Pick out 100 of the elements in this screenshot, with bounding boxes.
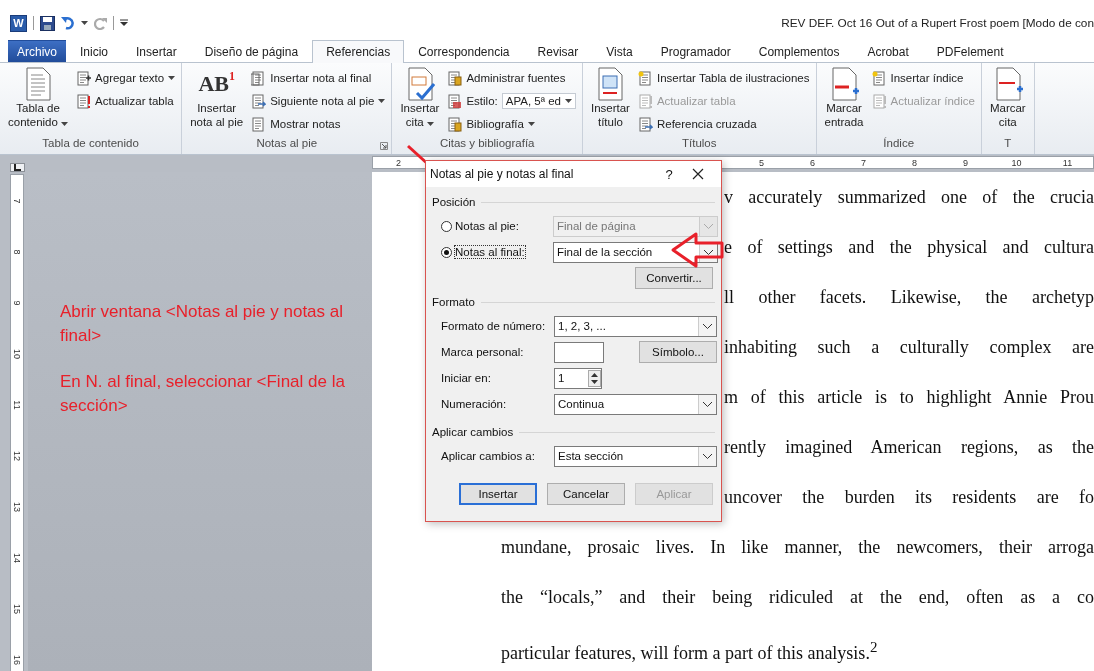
ribbon-small-button[interactable]: Mostrar notas	[251, 113, 386, 135]
ribbon-small-button[interactable]: Insertar índice	[871, 67, 975, 89]
page-exclamation-icon	[76, 93, 92, 109]
ribbon-tab[interactable]: Vista	[592, 40, 647, 62]
caret-icon	[61, 122, 69, 126]
ribbon-large-button[interactable]: Marcar cita	[987, 67, 1028, 137]
caption-icon	[595, 67, 626, 101]
table-of-contents-icon	[23, 67, 54, 101]
ruler-number: 7	[12, 198, 22, 203]
ribbon-tab[interactable]: Referencias	[312, 40, 405, 63]
ribbon-small-button[interactable]: Insertar nota al final	[251, 67, 386, 89]
field-label: Numeración:	[441, 398, 508, 410]
ribbon-tab[interactable]: Acrobat	[853, 40, 923, 62]
ribbon-tab[interactable]: Revisar	[523, 40, 593, 62]
section-heading: Posición	[432, 196, 476, 208]
tab-selector[interactable]	[10, 163, 25, 172]
ruler-number: 2	[395, 157, 402, 168]
help-button[interactable]: ?	[646, 166, 692, 182]
ribbon-small-button[interactable]: Actualizar tabla	[76, 90, 176, 112]
ruler-number: 11	[12, 399, 22, 410]
books-icon	[447, 116, 463, 132]
ribbon-large-button[interactable]: Tabla de contenido	[6, 67, 71, 137]
spinner-arrows-icon[interactable]	[588, 369, 601, 387]
ruler-number: 10	[1010, 157, 1023, 168]
ruler-number: 11	[1061, 157, 1074, 168]
dropdown[interactable]: Final de la sección	[553, 241, 718, 263]
customize-caret-icon[interactable]	[120, 19, 128, 27]
ribbon-large-button[interactable]: Marcar entrada	[822, 67, 866, 137]
caret-icon	[527, 122, 535, 126]
ribbon-small-button[interactable]: Referencia cruzada	[637, 113, 810, 135]
chevron-down-icon	[703, 453, 712, 459]
ribbon-tab[interactable]: Insertar	[122, 40, 191, 62]
ruler-number: 9	[962, 157, 969, 168]
ruler-number: 10	[12, 348, 22, 359]
ribbon-tab[interactable]: Complementos	[744, 40, 854, 62]
style-dropdown[interactable]: APA, 5ª ed	[501, 93, 576, 109]
document-text: mundane, prosaic lives. In like manner, the newcomers, their arroga	[501, 537, 1094, 557]
ribbon-large-button[interactable]: Insertar cita	[398, 67, 442, 137]
document-icon	[447, 93, 463, 109]
close-icon[interactable]	[692, 168, 704, 180]
radio-button[interactable]	[441, 246, 452, 258]
ribbon-small-button[interactable]: Siguiente nota al pie	[251, 90, 386, 112]
group-label: Índice	[882, 137, 916, 149]
ribbon-small-button[interactable]: Bibliografía	[447, 113, 576, 135]
dropdown[interactable]: 1, 2, 3, ...	[554, 315, 717, 337]
app-logo[interactable]: W	[10, 14, 27, 32]
button-label: Tabla de contenido	[8, 101, 69, 129]
ruler-number: 5	[758, 157, 765, 168]
ribbon-tab[interactable]: Correspondencia	[404, 40, 524, 62]
caret-icon	[168, 76, 176, 80]
ruler-number: 7	[860, 157, 867, 168]
ruler-number: 9	[12, 300, 22, 305]
undo-icon[interactable]	[61, 16, 75, 30]
pages-icon	[251, 70, 267, 86]
input-field[interactable]	[554, 341, 604, 363]
arrow-drawing	[670, 230, 724, 270]
group-label: Notas al pie	[255, 137, 319, 149]
save-icon[interactable]	[40, 15, 55, 31]
page-lines-icon	[251, 116, 267, 132]
group-label: Títulos	[680, 137, 718, 149]
ruler-number: 8	[12, 249, 22, 254]
ribbon-tab[interactable]: Programador	[646, 40, 745, 62]
dropdown[interactable]: Esta sección	[554, 445, 717, 467]
button-label: Marcar cita	[989, 101, 1026, 129]
ruler-number: 8	[911, 157, 918, 168]
style-selector[interactable]: Estilo: APA, 5ª ed	[447, 90, 576, 112]
section-heading: Formato	[432, 296, 475, 308]
ribbon-small-button[interactable]: Administrar fuentes	[447, 67, 576, 89]
ribbon-tab[interactable]: Diseño de página	[190, 40, 313, 62]
page-exclamation-icon	[637, 93, 653, 109]
caret-icon	[81, 21, 88, 25]
ribbon-large-button[interactable]: Insertar título	[588, 67, 632, 137]
chevron-down-icon	[704, 249, 713, 255]
annotation-text: En N. al final, seleccionar <Final de la sección>	[60, 371, 345, 417]
document-text: rently imagined American regions, as the	[724, 437, 1094, 457]
button-label: Marcar entrada	[824, 101, 864, 129]
page-plus-icon	[76, 70, 92, 86]
chevron-down-icon	[704, 223, 713, 229]
button-label: Insertar cita	[400, 101, 440, 129]
field-label: Iniciar en:	[441, 372, 492, 384]
symbol-button[interactable]: Símbolo...	[639, 341, 717, 363]
ruler-number: 13	[12, 501, 22, 512]
ruler-number: 12	[12, 450, 22, 461]
dialog-launcher-icon[interactable]	[380, 142, 389, 150]
caret-icon	[426, 122, 434, 126]
radio-label: Notas al final:	[455, 246, 525, 258]
ribbon-tab[interactable]: PDFelement	[922, 40, 1018, 62]
dropdown[interactable]: Continua	[554, 393, 717, 415]
ribbon-small-button[interactable]: Insertar Tabla de ilustraciones	[637, 67, 810, 89]
file-tab[interactable]: Archivo	[8, 40, 66, 62]
convert-button[interactable]: Convertir...	[635, 267, 713, 289]
dialog-title: Notas al pie y notas al final	[430, 167, 575, 181]
dialog-button[interactable]: Insertar	[459, 483, 537, 505]
number-spinner[interactable]: 1	[554, 367, 602, 389]
annotation-text: Abrir ventana <Notas al pie y notas al final>	[60, 301, 345, 347]
caret-icon	[564, 99, 572, 103]
ribbon-small-button[interactable]: Agregar texto	[76, 67, 176, 89]
ribbon-tab[interactable]: Inicio	[66, 40, 123, 62]
document-text: uncover the burden its residents are fo	[724, 487, 1094, 507]
dialog-button[interactable]: Cancelar	[547, 483, 625, 505]
